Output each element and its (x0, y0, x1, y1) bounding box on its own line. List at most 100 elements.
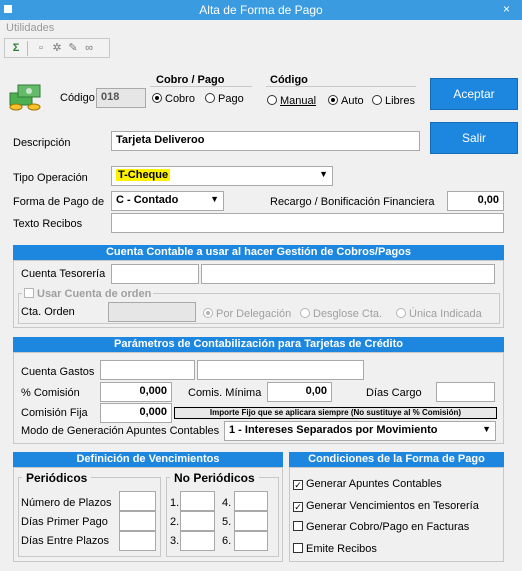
radio-auto-label: Auto (341, 95, 364, 107)
window-title: Alta de Forma de Pago (199, 3, 323, 17)
radio-pago-label: Pago (218, 93, 244, 105)
radio-desglose[interactable]: Desglose Cta. (300, 308, 382, 320)
importe-fijo-note: Importe Fijo que se aplicara siempre (No… (174, 407, 497, 419)
codigo-mode-title: Código (270, 74, 308, 86)
descripcion-label: Descripción (13, 137, 71, 149)
tipo-operacion-select[interactable]: T-Cheque ▼ (111, 166, 333, 186)
generar-vencimientos-label: Generar Vencimientos en Tesorería (306, 500, 479, 512)
accounting-icon[interactable]: Σ (10, 42, 22, 54)
slot-1-input[interactable] (180, 491, 215, 511)
radio-unica-label: Única Indicada (409, 308, 482, 320)
generar-cobro-label: Generar Cobro/Pago en Facturas (306, 521, 470, 533)
num-plazos-input[interactable] (119, 491, 156, 511)
comis-minima-label: Comis. Mínima (188, 387, 262, 399)
tools-icon[interactable]: ✎ (67, 42, 79, 54)
slot-5-label: 5. (222, 516, 232, 528)
recargo-label: Recargo / Bonificación Financiera (270, 196, 435, 208)
slot-3-label: 3. (170, 535, 180, 547)
slot-1-label: 1. (170, 497, 180, 509)
slot-4-input[interactable] (234, 491, 268, 511)
menu-bar: Utilidades (0, 20, 522, 37)
modo-generacion-label: Modo de Generación Apuntes Contables (21, 425, 220, 437)
comision-label: % Comisión (21, 387, 80, 399)
comision-input[interactable]: 0,000 (100, 382, 172, 402)
usar-cuenta-orden-label: Usar Cuenta de orden (37, 288, 152, 300)
menu-utilidades[interactable]: Utilidades (6, 22, 54, 34)
modo-generacion-select[interactable]: 1 - Intereses Separados por Movimiento ▼ (224, 421, 496, 441)
usar-cuenta-orden-checkbox[interactable]: Usar Cuenta de orden (22, 288, 154, 300)
radio-unica[interactable]: Única Indicada (396, 308, 482, 320)
cuenta-tesoreria-input[interactable] (111, 264, 199, 284)
radio-auto[interactable]: Auto (328, 95, 364, 107)
num-plazos-label: Número de Plazos (21, 497, 112, 509)
dias-entre-label: Días Entre Plazos (21, 535, 110, 547)
comis-minima-input[interactable]: 0,00 (267, 382, 332, 402)
texto-recibos-label: Texto Recibos (13, 218, 83, 230)
document-icon[interactable]: ▫ (35, 42, 47, 54)
radio-cobro-label: Cobro (165, 93, 195, 105)
dias-primer-input[interactable] (119, 511, 156, 531)
tipo-operacion-label: Tipo Operación (13, 172, 88, 184)
radio-manual-label: Manual (280, 95, 317, 107)
dias-cargo-input[interactable] (436, 382, 495, 402)
codigo-label: Código (60, 92, 95, 104)
cuenta-gastos-input[interactable] (100, 360, 195, 380)
comision-fija-input[interactable]: 0,000 (100, 403, 172, 423)
radio-pago[interactable]: Pago (205, 93, 244, 105)
radio-manual[interactable]: Manual (267, 95, 316, 107)
generar-apuntes-checkbox[interactable]: ✓ Generar Apuntes Contables (293, 478, 442, 490)
chevron-down-icon: ▼ (210, 194, 219, 204)
cuenta-gastos-label: Cuenta Gastos (21, 366, 95, 378)
codigo-field: 018 (96, 88, 146, 108)
modo-generacion-value: 1 - Intereses Separados por Movimiento (229, 424, 438, 436)
radio-por-delegacion-label: Por Delegación (216, 308, 292, 320)
cuenta-tesoreria-label: Cuenta Tesorería (21, 268, 106, 280)
slot-2-label: 2. (170, 516, 180, 528)
parametros-header: Parámetros de Contabilización para Tarje… (13, 337, 504, 352)
slot-5-input[interactable] (234, 511, 268, 531)
chevron-down-icon: ▼ (319, 169, 328, 179)
binoculars-icon[interactable]: ∞ (83, 42, 95, 54)
emite-recibos-checkbox[interactable]: Emite Recibos (293, 543, 377, 555)
settings-icon[interactable]: ✲ (51, 42, 63, 54)
slot-6-label: 6. (222, 535, 232, 547)
no-periodicos-title: No Periódicos (170, 471, 259, 485)
generar-cobro-checkbox[interactable]: Generar Cobro/Pago en Facturas (293, 521, 469, 533)
slot-6-input[interactable] (234, 531, 268, 551)
comision-fija-label: Comisión Fija (21, 407, 88, 419)
radio-libres-label: Libres (385, 95, 415, 107)
title-bar: Alta de Forma de Pago × (0, 0, 522, 20)
chevron-down-icon: ▼ (482, 424, 491, 434)
recargo-input[interactable]: 0,00 (447, 191, 504, 211)
periodicos-title: Periódicos (22, 471, 92, 485)
cuenta-tesoreria-desc (201, 264, 495, 284)
cuenta-gastos-desc (197, 360, 364, 380)
toolbar-separator (27, 41, 28, 56)
close-icon[interactable]: × (503, 2, 510, 16)
condiciones-header: Condiciones de la Forma de Pago (289, 452, 504, 467)
salir-button[interactable]: Salir (430, 122, 518, 154)
descripcion-input[interactable]: Tarjeta Deliveroo (111, 131, 420, 151)
radio-libres[interactable]: Libres (372, 95, 415, 107)
generar-apuntes-label: Generar Apuntes Contables (306, 478, 442, 490)
emite-recibos-label: Emite Recibos (306, 543, 377, 555)
slot-4-label: 4. (222, 497, 232, 509)
generar-vencimientos-checkbox[interactable]: ✓ Generar Vencimientos en Tesorería (293, 500, 479, 512)
cta-orden-label: Cta. Orden (21, 306, 75, 318)
slot-3-input[interactable] (180, 531, 215, 551)
radio-desglose-label: Desglose Cta. (313, 308, 383, 320)
forma-pago-label: Forma de Pago de (13, 196, 105, 208)
radio-cobro[interactable]: Cobro (152, 93, 195, 105)
toolbar: Σ ▫ ✲ ✎ ∞ (4, 38, 110, 58)
aceptar-button[interactable]: Aceptar (430, 78, 518, 110)
slot-2-input[interactable] (180, 511, 215, 531)
radio-por-delegacion[interactable]: Por Delegación (203, 308, 291, 320)
tipo-operacion-value: T-Cheque (116, 169, 171, 181)
forma-pago-select[interactable]: C - Contado ▼ (111, 191, 224, 211)
vencimientos-header: Definición de Vencimientos (13, 452, 283, 467)
group-divider (150, 86, 252, 87)
group-divider (266, 86, 416, 87)
dias-entre-input[interactable] (119, 531, 156, 551)
texto-recibos-input[interactable] (111, 213, 504, 233)
cta-orden-input (108, 302, 196, 322)
